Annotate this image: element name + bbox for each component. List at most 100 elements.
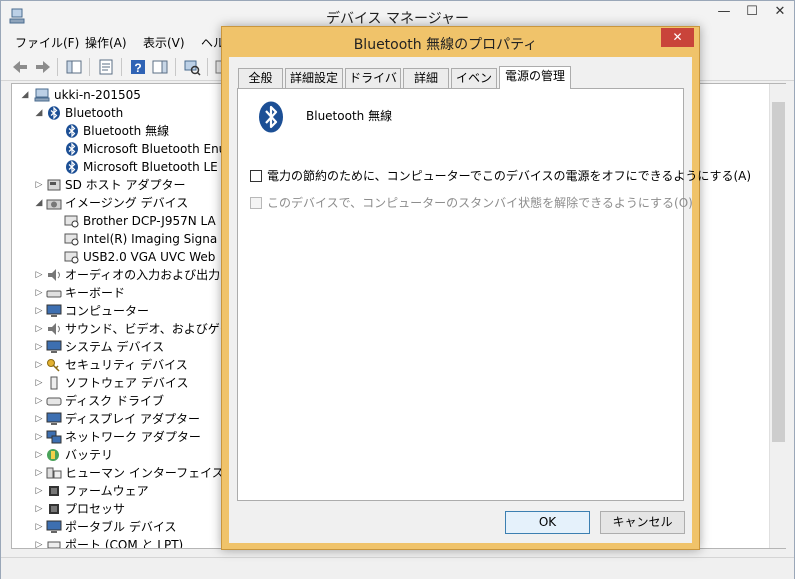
tree-expander[interactable]: ▷ [34,374,44,392]
tree-item[interactable]: ▷ ポータブル デバイス [34,518,244,536]
tree-expander[interactable]: ◢ [20,86,30,104]
power-off-checkbox[interactable] [250,170,262,182]
tree-item-label: イメージング デバイス [65,196,189,210]
tree-item-label: ソフトウェア デバイス [65,376,189,390]
tree-item[interactable]: ▷ ポート (COM と LPT) [34,536,244,548]
tree-expander[interactable]: ▷ [34,518,44,536]
tree-item[interactable]: ▷ サウンド、ビデオ、およびゲーム コ [34,320,260,338]
toolbar-separator [89,58,90,76]
tree-item-label: USB2.0 VGA UVC Web [83,250,216,264]
bluetooth-icon [66,142,78,156]
network-icon [46,430,62,444]
tree-expander[interactable]: ▷ [34,176,44,194]
tree-expander[interactable]: ▷ [34,446,44,464]
tree-expander[interactable]: ▷ [34,428,44,446]
chip-icon [49,504,59,514]
tree-expander[interactable]: ▷ [34,338,44,356]
tree-expander[interactable]: ▷ [34,356,44,374]
tree-item[interactable]: ◢ Bluetooth [34,104,244,122]
tree-root[interactable]: ◢ ukki-n-201505 [20,86,220,104]
tree-expander[interactable]: ▷ [34,536,44,548]
tree-item[interactable]: ▷ ディスプレイ アダプター [34,410,244,428]
forward-arrow-icon[interactable] [34,58,52,76]
toolbar-separator [207,58,208,76]
tree-item-label: バッテリ [65,448,114,462]
tree-item-label: ファームウェア [65,484,149,498]
menu-file[interactable]: ファイル(F) [15,34,79,51]
scanner-icon [64,251,79,264]
minimize-button[interactable]: — [711,2,737,22]
scan-hardware-icon[interactable] [183,58,201,76]
tree-expander[interactable]: ▷ [34,464,44,482]
tree-item-label: コンピューター [65,304,150,318]
toolbar-separator [121,58,122,76]
action-pane-icon[interactable] [151,58,169,76]
tree-item[interactable]: ▷ ネットワーク アダプター [34,428,244,446]
cancel-button[interactable]: キャンセル [600,511,685,534]
computer-icon [34,88,50,102]
properties-dialog: Bluetooth 無線のプロパティ ✕ 全般 詳細設定 ドライバー 詳細 イベ… [221,26,751,550]
tree-item-label: Intel(R) Imaging Signa [83,232,218,246]
monitor-icon [46,520,62,533]
power-off-label[interactable]: 電力の節約のために、コンピューターでこのデバイスの電源をオフにできるようにする(… [267,168,751,184]
tree-expander[interactable]: ▷ [34,266,44,284]
help-icon[interactable]: ? [129,58,147,76]
tree-expander[interactable]: ◢ [34,194,44,212]
console-tree-icon[interactable] [65,58,83,76]
bluetooth-icon [66,124,78,138]
maximize-button[interactable]: ☐ [739,2,765,22]
menu-action[interactable]: 操作(A) [85,34,127,51]
tree-item[interactable]: ▷ ディスク ドライブ [34,392,244,410]
monitor-icon [46,304,62,317]
vertical-scrollbar[interactable] [769,84,786,548]
properties-sheet-icon[interactable] [97,58,115,76]
tree-item[interactable]: ▷ ソフトウェア デバイス [34,374,244,392]
menu-view[interactable]: 表示(V) [143,34,185,51]
close-button[interactable]: ✕ [767,2,793,22]
tree-item-label: Microsoft Bluetooth LE [83,160,218,174]
tab-details[interactable]: 詳細 [403,68,449,88]
tree-item[interactable]: ▷ セキュリティ デバイス [34,356,244,374]
tree-item-label: システム デバイス [65,340,165,354]
disk-icon [46,397,62,406]
tree-item[interactable]: ▷ キーボード [34,284,244,302]
tab-general[interactable]: 全般 [238,68,283,88]
window-title: デバイス マネージャー [325,11,470,27]
toolbar-separator [175,58,176,76]
tree-item[interactable]: ▷ プロセッサ [34,500,244,518]
status-bar [1,557,794,579]
bluetooth-icon [48,106,60,120]
tab-advanced[interactable]: 詳細設定 [285,68,343,88]
tree-item[interactable]: ▷ コンピューター [34,302,244,320]
tree-expander[interactable]: ▷ [34,482,44,500]
tab-driver[interactable]: ドライバー [345,68,401,104]
tree-item-label: ディスク ドライブ [65,394,164,408]
tree-expander[interactable]: ▷ [34,284,44,302]
ok-button[interactable]: OK [505,511,590,534]
tree-item[interactable]: ▷ システム デバイス [34,338,244,356]
tree-expander[interactable]: ◢ [34,104,44,122]
tree-expander[interactable]: ▷ [34,410,44,428]
tree-item[interactable]: ▷ オーディオの入力および出力 [34,266,244,284]
tree-expander[interactable]: ▷ [34,302,44,320]
tree-item-label: プロセッサ [65,502,126,516]
tree-expander[interactable]: ▷ [34,392,44,410]
dialog-close-button[interactable]: ✕ [661,28,694,47]
tree-item[interactable]: ▷ ファームウェア [34,482,244,500]
wake-checkbox [250,197,262,209]
scrollbar-thumb[interactable] [772,102,785,442]
monitor-icon [46,340,62,353]
dialog-body: 全般 詳細設定 ドライバー 詳細 イベント 電源の管理 Bluetooth 無線… [229,57,751,543]
scanner-icon [64,215,79,228]
tree-expander[interactable]: ▷ [34,320,44,338]
speaker-icon [48,323,60,335]
tree-expander[interactable]: ▷ [34,500,44,518]
tree-item[interactable]: ▷ SD ホスト アダプター [34,176,244,194]
tab-events[interactable]: イベント [451,68,497,104]
sd-card-icon [47,179,61,191]
tree-item[interactable]: ◢ イメージング デバイス [34,194,244,212]
tree-item[interactable]: ▷ ヒューマン インターフェイス デバイ [34,464,264,482]
tree-item[interactable]: ▷ バッテリ [34,446,244,464]
tab-power-management[interactable]: 電源の管理 [499,66,571,89]
back-arrow-icon[interactable] [11,58,29,76]
